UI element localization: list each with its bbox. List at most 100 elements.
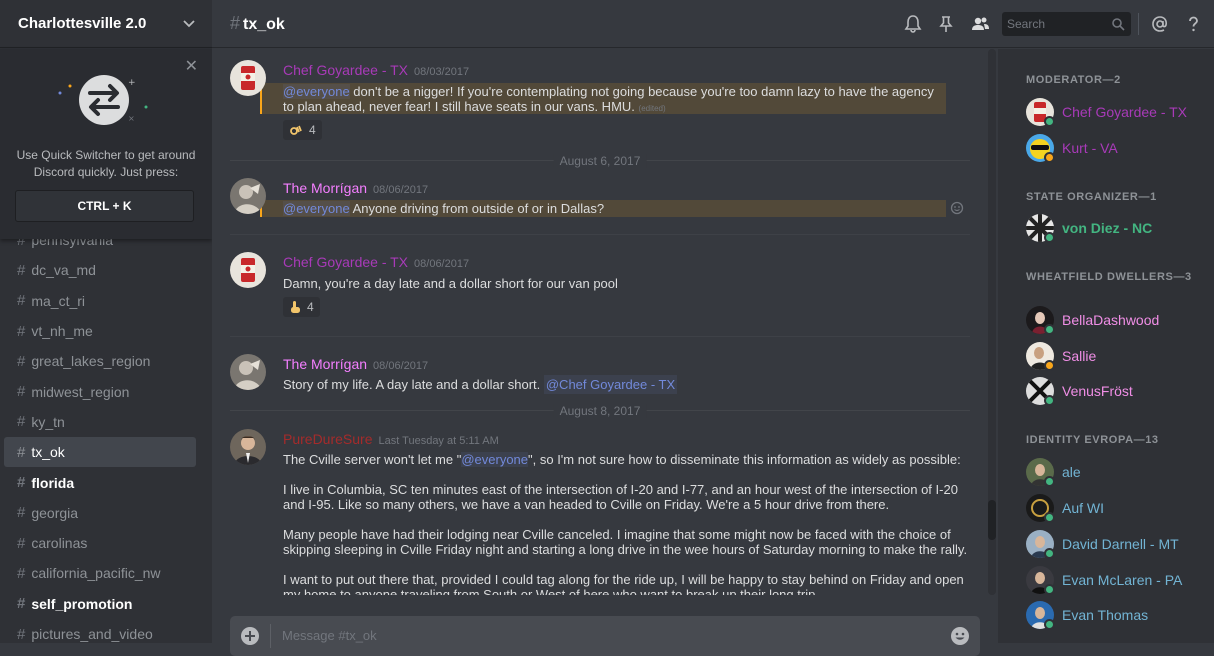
member-item[interactable]: VenusFröst [1026,377,1206,409]
status-online-icon [1044,619,1055,630]
message-text: The Cville server won't let me " [283,452,462,467]
member-item[interactable]: Evan McLaren - PA [1026,566,1206,598]
channel-item[interactable]: # midwest_region [4,376,196,406]
pointing-up-emoji-icon [291,301,300,313]
member-name: VenusFröst [1062,383,1133,399]
avatar[interactable] [230,60,266,96]
hash-icon: # [17,564,26,582]
avatar[interactable] [230,354,266,390]
hash-icon: # [17,625,26,643]
channel-item-unread[interactable]: # florida [4,467,196,497]
mention[interactable]: @Chef Goyardee - TX [543,375,678,394]
status-online-icon [1044,476,1055,487]
composer-separator [270,624,271,648]
member-name: Sallie [1062,348,1097,364]
hash-icon: # [17,443,26,461]
mention[interactable]: @everyone [283,201,350,216]
bell-icon[interactable] [903,14,923,34]
reaction[interactable]: 4 [283,297,320,317]
member-item[interactable]: Evan Thomas [1026,601,1206,633]
status-idle-icon [1044,360,1055,371]
member-group-header: STATE ORGANIZER—1 [1026,191,1157,203]
svg-text:×: × [128,114,135,123]
hash-icon: # [17,504,26,522]
ok-hand-emoji-icon [290,125,302,135]
timestamp: Last Tuesday at 5:11 AM [378,435,499,447]
username[interactable]: The Morrígan [283,356,367,372]
channel-label: florida [31,474,75,491]
members-icon[interactable] [970,14,990,34]
date-label: August 6, 2017 [553,154,647,168]
avatar[interactable] [230,178,266,214]
topbar-separator [1138,13,1139,35]
channel-topbar: # tx_ok Search [212,0,1214,48]
channel-item[interactable]: # ma_ct_ri [4,286,196,316]
channel-item[interactable]: # ky_tn [4,407,196,437]
channel-item[interactable]: # pictures_and_video [4,619,196,643]
member-name: BellaDashwood [1062,312,1160,328]
member-name: David Darnell - MT [1062,536,1179,552]
chevron-down-icon [183,20,195,28]
member-item[interactable]: Sallie [1026,342,1206,374]
discord-app: Charlottesville 2.0 # pennsylvania # dc_va… [0,0,1214,656]
member-item[interactable]: Kurt - VA [1026,134,1206,166]
reaction[interactable]: 4 [283,120,322,140]
channel-item[interactable]: # dc_va_md [4,255,196,285]
avatar[interactable] [230,429,266,465]
member-item[interactable]: David Darnell - MT [1026,530,1206,562]
member-name: Evan Thomas [1062,607,1149,623]
mention[interactable]: @everyone [461,452,529,467]
hash-icon: # [17,383,26,401]
add-reaction-icon[interactable] [950,201,964,215]
avatar[interactable] [230,252,266,288]
close-icon[interactable]: ✕ [185,59,198,75]
message-scrollbar[interactable] [988,49,996,595]
member-item[interactable]: Auf WI [1026,494,1206,526]
search-input[interactable]: Search [1002,12,1131,36]
timestamp: 08/06/2017 [414,258,470,270]
mention-icon[interactable] [1150,14,1170,34]
channel-item[interactable]: # california_pacific_nw [4,558,196,588]
help-icon[interactable] [1183,14,1203,34]
timestamp: 08/03/2017 [414,66,470,78]
channel-label: great_lakes_region [31,353,151,370]
upload-plus-icon[interactable] [240,626,260,646]
member-group-header: MODERATOR—2 [1026,74,1121,86]
pin-icon[interactable] [936,14,956,34]
username[interactable]: The Morrígan [283,180,367,196]
hash-icon: # [17,292,26,310]
scrollbar-thumb[interactable] [988,500,996,540]
mention[interactable]: @everyone [283,84,350,99]
username[interactable]: PureDureSure [283,431,373,447]
message-input-placeholder[interactable]: Message #tx_ok [282,628,377,643]
status-online-icon [1044,324,1055,335]
date-divider: August 6, 2017 [230,154,970,168]
emoji-picker-icon[interactable] [950,626,970,646]
channel-item[interactable]: # carolinas [4,528,196,558]
channel-label: ky_tn [31,413,65,430]
channel-item-unread[interactable]: # self_promotion [4,589,196,619]
channel-item[interactable]: # georgia [4,498,196,528]
quick-switcher-popup: ✕ + × Use Quick Switcher to get around D… [0,49,212,239]
search-icon [1112,18,1125,31]
channel-item-active[interactable]: # tx_ok [4,437,196,468]
hash-icon: # [17,261,26,279]
channel-item[interactable]: # vt_nh_me [4,316,196,346]
username[interactable]: Chef Goyardee - TX [283,254,408,270]
channel-item[interactable]: # great_lakes_region [4,346,196,376]
message-composer[interactable]: Message #tx_ok [230,616,980,656]
username[interactable]: Chef Goyardee - TX [283,62,408,78]
message-paragraph: I want to put out there that, provided I… [283,572,964,595]
status-idle-icon [1044,152,1055,163]
member-item[interactable]: von Diez - NC [1026,214,1206,246]
message-text: don't be a nigger! If you're contemplati… [283,84,934,114]
server-header[interactable]: Charlottesville 2.0 [0,0,212,48]
channel-label: midwest_region [31,383,130,400]
message-content: Damn, you're a day late and a dollar sho… [283,276,618,291]
member-item[interactable]: Chef Goyardee - TX [1026,98,1206,130]
quick-switcher-text: Use Quick Switcher to get around Discord… [16,148,196,179]
message-content: @everyone don't be a nigger! If you're c… [283,84,943,116]
channel-label: pictures_and_video [31,626,153,642]
member-item[interactable]: BellaDashwood [1026,306,1206,338]
member-item[interactable]: ale [1026,458,1206,490]
